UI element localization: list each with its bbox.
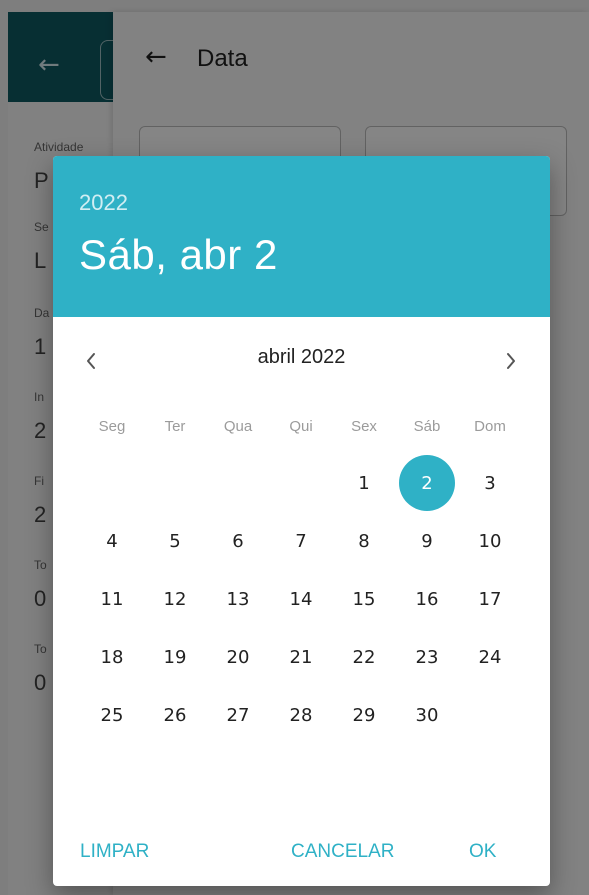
calendar-day[interactable]: 5 <box>144 514 206 568</box>
month-year-label: abril 2022 <box>257 346 346 368</box>
selected-day-indicator: 2 <box>399 455 455 511</box>
calendar-day[interactable]: 28 <box>270 688 332 742</box>
picker-header: 2022 Sáb, abr 2 <box>53 156 550 317</box>
weekday-label: Sex <box>351 418 377 435</box>
weekday-label: Ter <box>164 418 186 435</box>
cancel-button[interactable]: CANCELAR <box>291 833 394 871</box>
calendar-day[interactable]: 12 <box>144 572 206 626</box>
calendar-day[interactable]: 8 <box>333 514 395 568</box>
calendar-day[interactable]: 30 <box>396 688 458 742</box>
picker-selected-date: Sáb, abr 2 <box>79 231 278 278</box>
chevron-right-icon <box>507 353 515 369</box>
weekday-header: Seg Ter Qua Qui Sex Sáb Dom <box>81 418 521 438</box>
calendar-day[interactable]: 19 <box>144 630 206 684</box>
calendar-day[interactable]: 25 <box>81 688 143 742</box>
calendar-day[interactable]: 9 <box>396 514 458 568</box>
calendar-day[interactable]: 27 <box>207 688 269 742</box>
calendar-day[interactable]: 17 <box>459 572 521 626</box>
calendar-day[interactable]: 10 <box>459 514 521 568</box>
weekday-label: Qua <box>223 418 253 435</box>
weekday-label: Seg <box>98 418 126 435</box>
calendar-day[interactable]: 23 <box>396 630 458 684</box>
next-month-button[interactable] <box>491 341 531 381</box>
weekday-label: Sáb <box>413 418 441 435</box>
clear-button[interactable]: LIMPAR <box>80 833 149 871</box>
calendar-day[interactable]: 4 <box>81 514 143 568</box>
calendar-day[interactable]: 29 <box>333 688 395 742</box>
calendar-grid: 1 2 3 4 5 6 7 8 9 10 11 12 13 14 15 16 17 18 19 20 21 22 23 24 2… <box>81 455 521 756</box>
calendar-day[interactable]: 13 <box>207 572 269 626</box>
calendar-day-selected[interactable]: 2 <box>396 455 458 511</box>
calendar-day[interactable]: 15 <box>333 572 395 626</box>
weekday-label: Qui <box>289 418 313 435</box>
calendar-day[interactable]: 26 <box>144 688 206 742</box>
calendar-day[interactable]: 1 <box>333 456 395 510</box>
calendar-day[interactable]: 20 <box>207 630 269 684</box>
calendar-day[interactable]: 11 <box>81 572 143 626</box>
calendar-day[interactable]: 14 <box>270 572 332 626</box>
calendar-day[interactable]: 7 <box>270 514 332 568</box>
calendar-day[interactable]: 18 <box>81 630 143 684</box>
calendar-day[interactable]: 21 <box>270 630 332 684</box>
calendar-day[interactable]: 6 <box>207 514 269 568</box>
ok-button[interactable]: OK <box>469 833 496 871</box>
picker-actions: LIMPAR CANCELAR OK <box>53 833 550 873</box>
calendar-day[interactable]: 22 <box>333 630 395 684</box>
calendar-day[interactable]: 16 <box>396 572 458 626</box>
calendar-day[interactable]: 24 <box>459 630 521 684</box>
weekday-label: Dom <box>474 418 506 435</box>
calendar-day[interactable]: 3 <box>459 456 521 510</box>
date-picker-modal: 2022 Sáb, abr 2 abril 2022 Seg Ter Qua Q… <box>53 156 550 886</box>
picker-year[interactable]: 2022 <box>79 190 128 216</box>
